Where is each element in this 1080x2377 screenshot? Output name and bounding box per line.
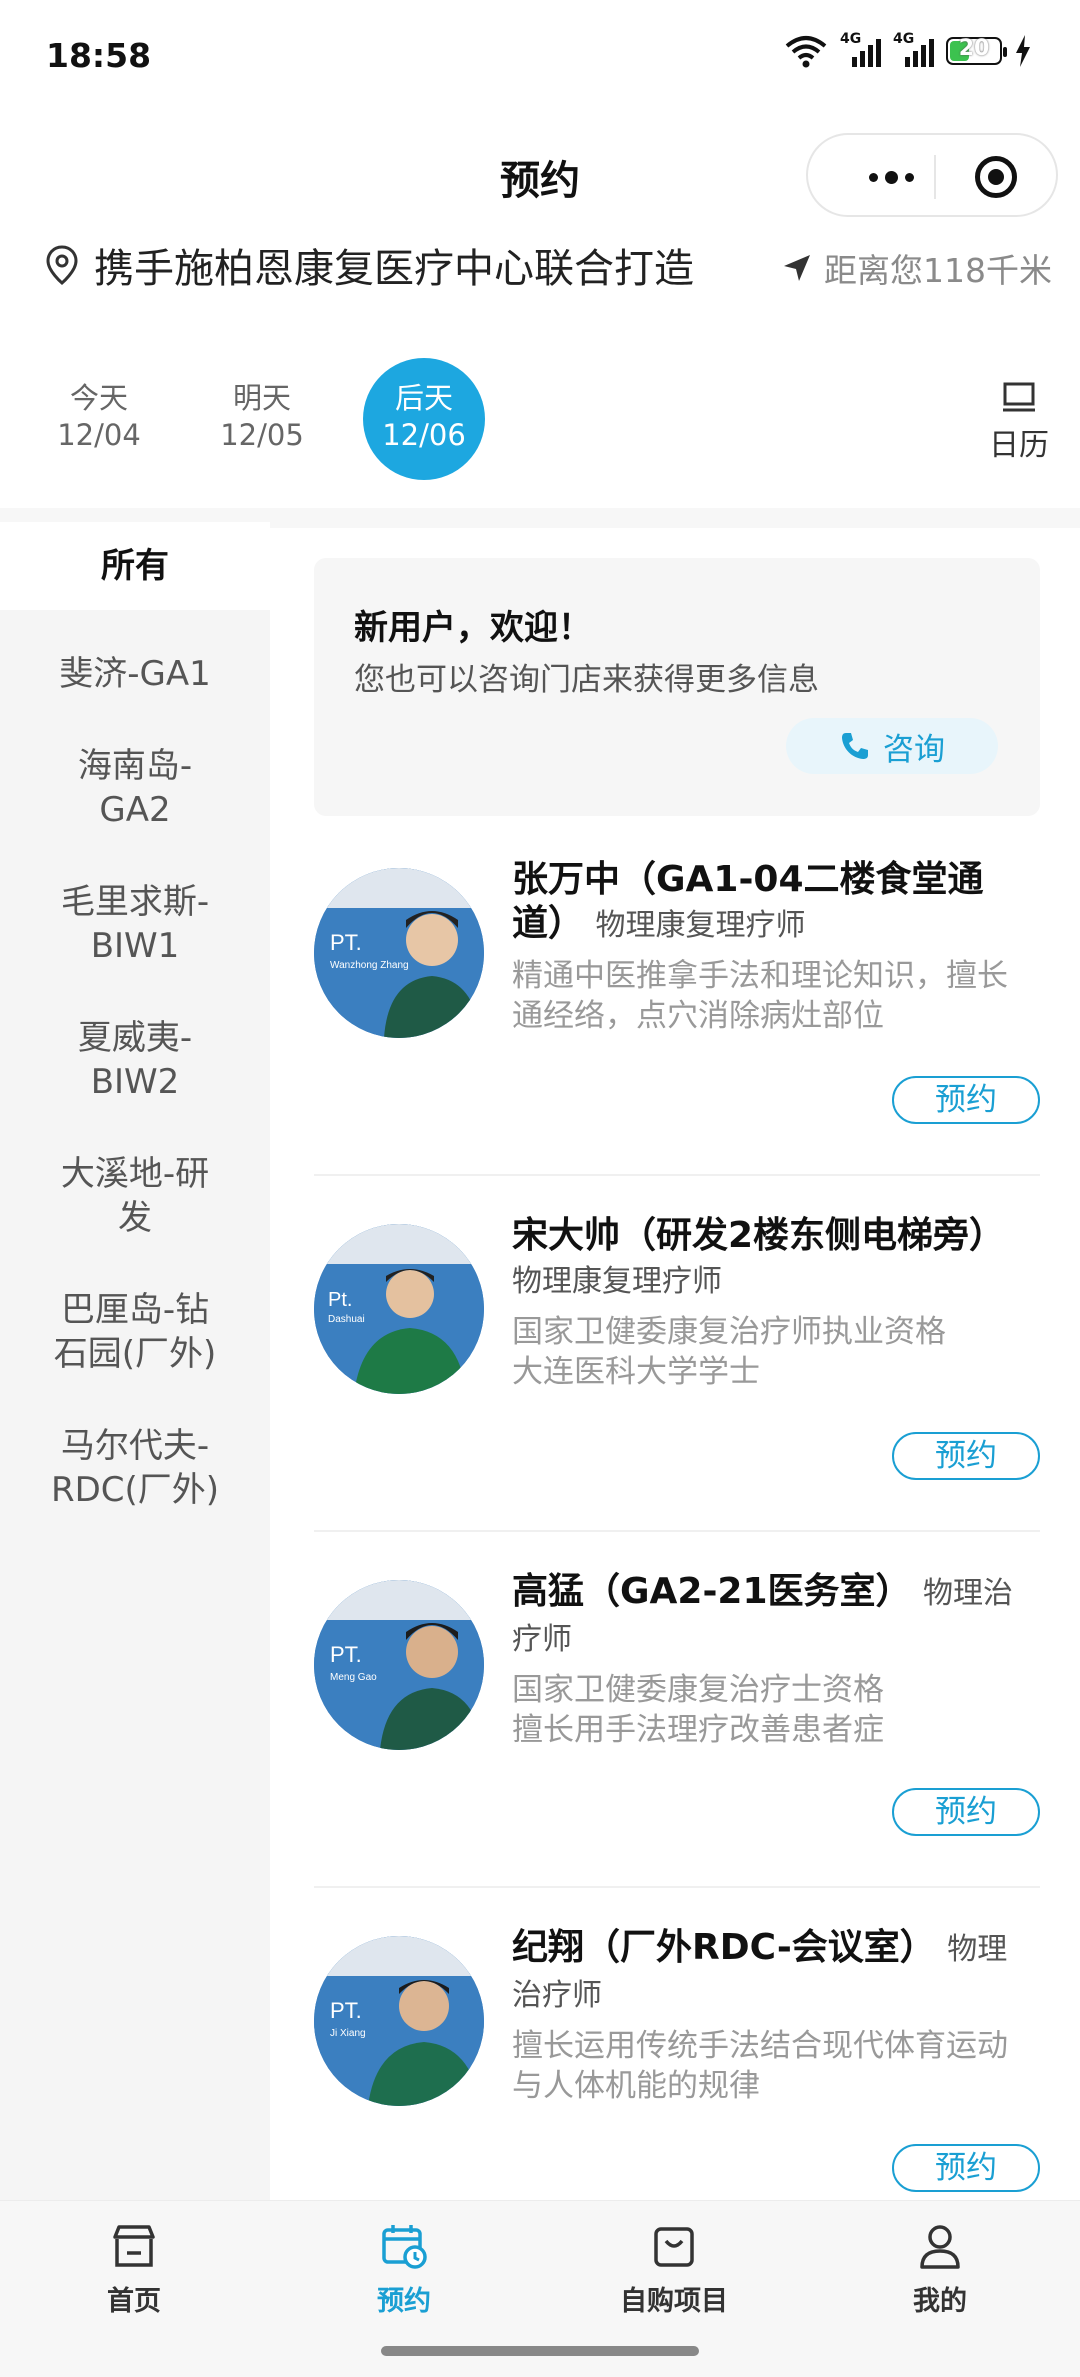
svg-text:Wanzhong Zhang: Wanzhong Zhang (330, 960, 409, 971)
therapist-avatar: PT. Wanzhong Zhang (314, 868, 484, 1038)
consult-button[interactable]: 咨询 (786, 718, 998, 774)
divider (314, 1174, 1040, 1176)
tab-mine[interactable]: 我的 (840, 2221, 1040, 2318)
date-option-tomorrow[interactable]: 明天 12/05 (201, 358, 323, 480)
svg-text:PT.: PT. (330, 930, 362, 955)
date-option-today[interactable]: 今天 12/04 (38, 358, 160, 480)
therapist-description: 精通中医推拿手法和理论知识，擅长通经络，点穴消除病灶部位 (512, 958, 1008, 1034)
book-button[interactable]: 预约 (892, 1076, 1040, 1124)
tab-label: 首页 (107, 2286, 161, 2317)
welcome-card: 新用户，欢迎！ 您也可以咨询门店来获得更多信息 咨询 (314, 558, 1040, 816)
date-selector: 今天 12/04 明天 12/05 后天 12/06 (0, 358, 1080, 488)
close-miniprogram-button[interactable] (975, 156, 1017, 198)
tab-label: 自购项目 (620, 2286, 728, 2317)
charging-icon (1016, 35, 1030, 67)
signal-icon-1: 4G (840, 31, 881, 67)
book-button[interactable]: 预约 (892, 2144, 1040, 2192)
navigation-arrow-icon (784, 255, 810, 281)
svg-text:PT.: PT. (330, 1642, 362, 1667)
tab-booking[interactable]: 预约 (304, 2221, 504, 2318)
svg-text:Pt.: Pt. (328, 1289, 352, 1311)
therapist-avatar: Pt. Dashuai (314, 1224, 484, 1394)
status-bar: 18:58 4G 4G 20 (0, 0, 1080, 110)
location-text: 携手施柏恩康复医疗中心联合打造 (94, 246, 694, 292)
book-button[interactable]: 预约 (892, 1788, 1040, 1836)
therapist-card[interactable]: PT. Ji Xiang 纪翔（厂外RDC-会议室） 物理治疗师 擅长运用传统手… (314, 1926, 1040, 2196)
calendar-clock-icon (382, 2225, 427, 2269)
battery-icon: 20 (946, 36, 1007, 65)
tab-home[interactable]: 首页 (34, 2221, 234, 2318)
tab-label: 预约 (377, 2286, 431, 2317)
wifi-icon (785, 36, 827, 68)
miniprogram-capsule (806, 133, 1058, 217)
therapist-description: 国家卫健委康复治疗士资格 擅长用手法理疗改善患者症 (512, 1672, 884, 1748)
therapist-title: 张万中（GA1-04二楼食堂通道） 物理康复理疗师 (512, 859, 984, 944)
therapist-card[interactable]: PT. Meng Gao 高猛（GA2-21医务室） 物理治疗师 国家卫健委康复… (314, 1570, 1040, 1870)
therapist-avatar: PT. Meng Gao (314, 1580, 484, 1750)
therapist-title: 宋大帅（研发2楼东侧电梯旁） 物理康复理疗师 (512, 1215, 1006, 1299)
therapist-description: 国家卫健委康复治疗师执业资格 大连医科大学学士 (512, 1314, 946, 1390)
tab-label: 我的 (913, 2286, 967, 2317)
book-button[interactable]: 预约 (892, 1432, 1040, 1480)
sidebar-item-tahiti[interactable]: 大溪地-研发 (0, 1152, 270, 1240)
location-pin-icon (46, 245, 78, 285)
tab-self-purchase[interactable]: 自购项目 (574, 2221, 774, 2318)
signal-icon-2: 4G (893, 31, 934, 67)
distance-info: 距离您118千米 (782, 244, 1052, 292)
divider (314, 1886, 1040, 1888)
consult-label: 咨询 (883, 731, 945, 768)
svg-text:PT.: PT. (330, 1998, 362, 2023)
divider (314, 1530, 1040, 1532)
sidebar: 所有 斐济-GA1 海南岛-GA2 毛里求斯-BIW1 夏威夷-BIW2 大溪地… (0, 522, 270, 2202)
therapist-description: 擅长运用传统手法结合现代体育运动与人体机能的规律 (512, 2028, 1008, 2104)
sidebar-item-bali[interactable]: 巴厘岛-钻石园(厂外) (0, 1288, 270, 1376)
therapist-title: 高猛（GA2-21医务室） 物理治疗师 (512, 1571, 1013, 1657)
status-icons: 4G 4G 20 (784, 31, 1032, 68)
store-icon (113, 2225, 155, 2267)
welcome-subtitle: 您也可以咨询门店来获得更多信息 (354, 662, 819, 698)
svg-text:Meng Gao: Meng Gao (330, 1672, 377, 1683)
more-button[interactable] (846, 157, 936, 197)
sidebar-item-hainan[interactable]: 海南岛-GA2 (0, 744, 270, 832)
therapist-card[interactable]: PT. Wanzhong Zhang 张万中（GA1-04二楼食堂通道） 物理康… (314, 858, 1040, 1158)
calendar-label: 日历 (989, 428, 1049, 463)
svg-text:Dashuai: Dashuai (328, 1314, 365, 1325)
therapist-title: 纪翔（厂外RDC-会议室） 物理治疗师 (512, 1927, 1008, 2013)
location-row[interactable]: 携手施柏恩康复医疗中心联合打造 (44, 236, 694, 294)
distance-text: 距离您118千米 (824, 251, 1052, 290)
sidebar-item-all[interactable]: 所有 (0, 522, 270, 610)
sidebar-item-mauritius[interactable]: 毛里求斯-BIW1 (0, 880, 270, 968)
status-time: 18:58 (46, 36, 152, 75)
sidebar-item-fiji[interactable]: 斐济-GA1 (0, 652, 270, 696)
sidebar-item-hawaii[interactable]: 夏威夷-BIW2 (0, 1016, 270, 1104)
sidebar-item-maldives[interactable]: 马尔代夫-RDC(厂外) (0, 1424, 270, 1512)
home-indicator[interactable] (381, 2346, 699, 2356)
bag-icon (654, 2227, 694, 2267)
svg-text:Ji Xiang: Ji Xiang (330, 2028, 366, 2039)
user-icon (920, 2225, 960, 2269)
calendar-icon (1003, 382, 1035, 412)
therapist-card[interactable]: Pt. Dashuai 宋大帅（研发2楼东侧电梯旁） 物理康复理疗师 国家卫健委康… (314, 1214, 1040, 1514)
phone-icon (842, 733, 868, 759)
date-option-day-after[interactable]: 后天 12/06 (363, 358, 485, 480)
calendar-button[interactable]: 日历 (984, 380, 1054, 464)
welcome-title: 新用户，欢迎！ (354, 608, 592, 648)
therapist-avatar: PT. Ji Xiang (314, 1936, 484, 2106)
